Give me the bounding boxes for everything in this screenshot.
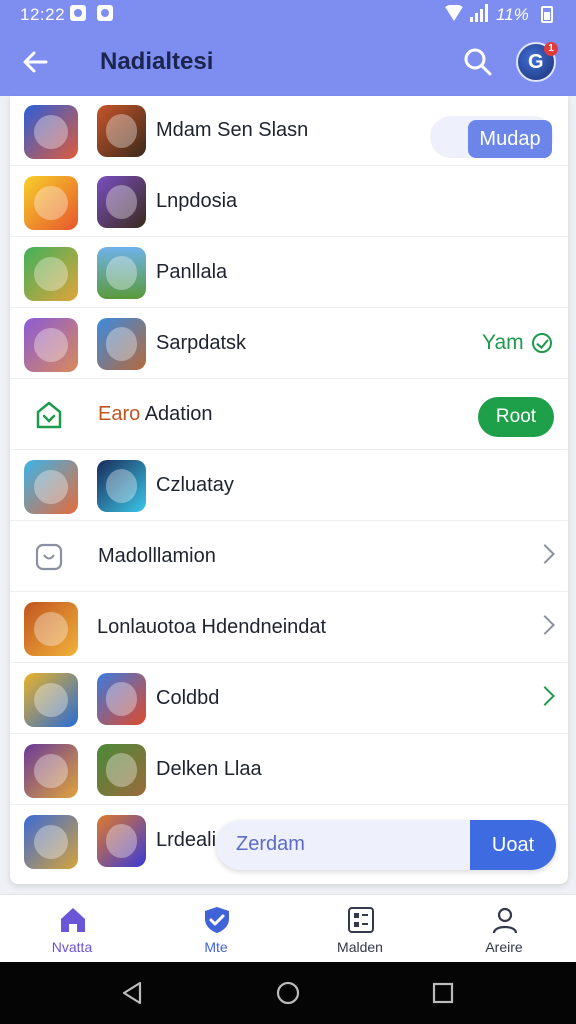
app-icon xyxy=(97,744,146,796)
tab-label: Areire xyxy=(485,939,523,955)
tab-label: Mte xyxy=(204,939,228,955)
app-icon xyxy=(97,105,146,157)
tab-label: Nvatta xyxy=(51,939,93,955)
battery-icon xyxy=(541,6,553,23)
list-item-label: Coldbd xyxy=(156,687,220,709)
search-icon[interactable] xyxy=(462,46,494,78)
mode-toggle[interactable]: Mudap xyxy=(430,116,554,158)
app-icon xyxy=(97,815,146,867)
tab-dashboard[interactable]: Malden xyxy=(288,895,432,963)
list-item[interactable]: Coldbd xyxy=(10,664,568,734)
list-item-label: Earo Adation xyxy=(98,403,213,426)
back-arrow-icon[interactable] xyxy=(20,46,52,78)
wifi-icon xyxy=(444,5,464,21)
app-icon xyxy=(24,247,78,301)
list-item[interactable]: Czluatay xyxy=(10,451,568,521)
status-text: Yam xyxy=(482,331,524,354)
app-list: Mdam Sen Slasn Mudap Lnpdosia Panllala S… xyxy=(10,96,568,884)
tab-home[interactable]: Nvatta xyxy=(0,895,144,963)
bottom-tab-bar: Nvatta Mte Malden Areire xyxy=(0,894,576,962)
label-prefix: Earo xyxy=(98,403,141,425)
list-item[interactable]: Sarpdatsk Yam xyxy=(10,309,568,379)
list-item[interactable]: Madolllamion xyxy=(10,522,568,592)
app-icon xyxy=(24,673,78,727)
app-icon xyxy=(97,176,146,228)
shield-check-icon xyxy=(205,907,229,933)
app-icon xyxy=(24,602,78,656)
app-icon xyxy=(97,247,146,299)
chevron-right-icon xyxy=(535,686,555,706)
square-outline-icon xyxy=(35,543,63,571)
list-item-label: Delken Llaa xyxy=(156,758,262,780)
notification-icon xyxy=(70,5,86,21)
home-nav-icon[interactable] xyxy=(273,978,303,1008)
app-icon xyxy=(24,460,78,514)
home-outline-icon xyxy=(36,401,62,429)
app-icon xyxy=(24,744,78,798)
chevron-right-icon xyxy=(535,615,555,635)
notification-badge: 1 xyxy=(544,42,558,56)
list-item-label: Madolllamion xyxy=(98,545,216,567)
app-icon xyxy=(24,815,78,869)
check-circle-icon xyxy=(532,333,552,353)
list-item[interactable]: Lonlauotoa Hdendneindat xyxy=(10,593,568,663)
status-bar: 12:22 11% xyxy=(0,0,576,30)
search-bar[interactable]: Zerdam Uoat xyxy=(216,820,556,870)
dashboard-icon xyxy=(348,907,374,933)
app-icon xyxy=(24,176,78,230)
app-header: 12:22 11% Nadialtesi 1 xyxy=(0,0,576,96)
back-nav-icon[interactable] xyxy=(118,978,148,1008)
search-input[interactable]: Zerdam xyxy=(236,833,305,856)
list-item-label: Czluatay xyxy=(156,474,234,496)
list-item[interactable]: Panllala xyxy=(10,238,568,308)
list-item-label: Mdam Sen Slasn xyxy=(156,119,309,141)
list-item-label: Panllala xyxy=(156,261,228,283)
list-item-label: Sarpdatsk xyxy=(156,332,247,354)
toggle-label: Mudap xyxy=(468,120,552,158)
page-title: Nadialtesi xyxy=(100,48,214,75)
system-nav-bar xyxy=(0,962,576,1024)
user-icon xyxy=(492,907,518,934)
root-button[interactable]: Root xyxy=(478,397,554,437)
app-icon xyxy=(24,105,78,159)
home-icon xyxy=(61,908,85,932)
app-icon xyxy=(24,318,78,372)
chevron-right-icon xyxy=(535,544,555,564)
recents-nav-icon[interactable] xyxy=(428,978,458,1008)
battery-percent: 11% xyxy=(496,5,529,24)
signal-icon xyxy=(470,4,490,22)
app-icon xyxy=(97,673,146,725)
list-item[interactable]: Earo Adation Root xyxy=(10,380,568,450)
list-item[interactable]: Mdam Sen Slasn Mudap xyxy=(10,96,568,166)
list-item-label: Lonlauotoa Hdendneindat xyxy=(97,616,327,638)
list-item[interactable]: Lnpdosia xyxy=(10,167,568,237)
label-text: Adation xyxy=(144,403,213,425)
tab-profile[interactable]: Areire xyxy=(432,895,576,963)
tab-shield[interactable]: Mte xyxy=(144,895,288,963)
list-item-label: Lrdeali xyxy=(156,829,217,851)
status-time: 12:22 xyxy=(20,5,66,24)
tab-label: Malden xyxy=(337,939,383,955)
app-icon xyxy=(97,318,146,370)
list-item[interactable]: Delken Llaa xyxy=(10,735,568,805)
app-icon xyxy=(97,460,146,512)
search-button[interactable]: Uoat xyxy=(470,820,556,870)
notification-icon xyxy=(97,5,113,21)
list-item-label: Lnpdosia xyxy=(156,190,238,212)
